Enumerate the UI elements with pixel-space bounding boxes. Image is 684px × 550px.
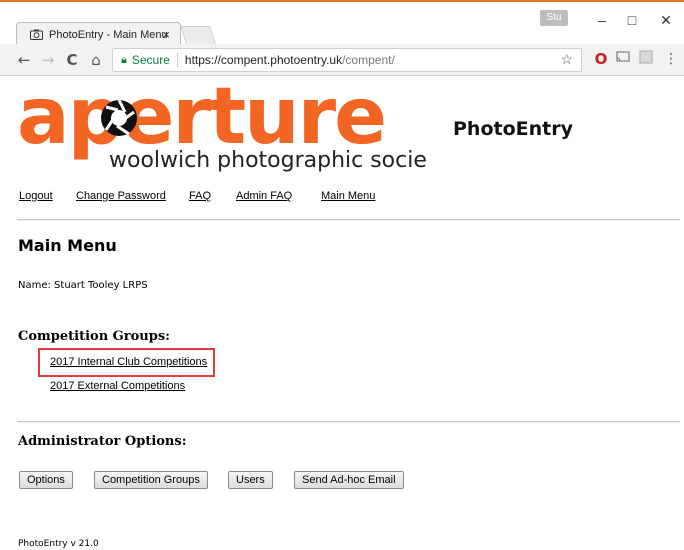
lock-icon: 🔒︎ — [121, 53, 127, 66]
menu-icon[interactable]: ⋮ — [662, 50, 680, 68]
camera-icon — [29, 28, 43, 42]
options-button[interactable]: Options — [19, 471, 73, 489]
users-button[interactable]: Users — [228, 471, 273, 489]
version-label: PhotoEntry v 21.0 — [18, 539, 99, 549]
competition-group-link-external[interactable]: 2017 External Competitions — [50, 380, 185, 392]
brand-title: PhotoEntry — [453, 118, 573, 140]
tab-close-icon[interactable]: × — [162, 27, 170, 42]
send-adhoc-email-button[interactable]: Send Ad-hoc Email — [294, 471, 404, 489]
address-bar[interactable]: 🔒︎ Secure https://compent.photoentry.uk /… — [112, 48, 582, 72]
page-title: Main Menu — [18, 236, 117, 255]
cast-icon[interactable] — [614, 50, 632, 68]
browser-tab[interactable]: PhotoEntry - Main Menu × — [16, 22, 181, 46]
secure-label: Secure — [131, 53, 170, 67]
address-path: /compent/ — [342, 53, 395, 67]
administrator-options-heading: Administrator Options: — [18, 434, 187, 449]
address-host: https://compent.photoentry.uk — [184, 53, 343, 67]
divider — [17, 219, 680, 221]
competition-groups-heading: Competition Groups: — [18, 329, 170, 344]
divider — [17, 421, 680, 423]
back-arrow-icon[interactable]: ← — [14, 50, 34, 70]
forward-arrow-icon[interactable]: → — [38, 50, 58, 70]
home-icon[interactable]: ⌂ — [86, 50, 106, 70]
admin-faq-link[interactable]: Admin FAQ — [236, 190, 292, 202]
tab-title: PhotoEntry - Main Menu — [49, 28, 168, 41]
faq-link[interactable]: FAQ — [189, 190, 211, 202]
logout-link[interactable]: Logout — [19, 190, 53, 202]
address-divider — [176, 53, 178, 67]
user-name: Name: Stuart Tooley LRPS — [18, 280, 148, 291]
change-password-link[interactable]: Change Password — [76, 190, 166, 202]
maximize-button[interactable]: □ — [622, 10, 642, 30]
competition-group-link-internal[interactable]: 2017 Internal Club Competitions — [50, 356, 207, 368]
main-menu-link[interactable]: Main Menu — [321, 190, 375, 202]
close-window-button[interactable]: ✕ — [656, 10, 676, 30]
logo-tagline: woolwich photographic society — [109, 148, 427, 173]
competition-groups-button[interactable]: Competition Groups — [94, 471, 208, 489]
star-icon[interactable]: ☆ — [560, 51, 573, 68]
browser-tabstrip: PhotoEntry - Main Menu × Stu – □ ✕ — [0, 0, 684, 46]
new-tab-button[interactable] — [180, 26, 216, 44]
minimize-button[interactable]: – — [592, 10, 612, 30]
extension-icon[interactable] — [637, 50, 655, 68]
aperture-logo: aperture woolwich photographic society — [17, 72, 449, 180]
profile-badge[interactable]: Stu — [540, 10, 568, 26]
opera-icon[interactable]: O — [592, 50, 610, 68]
reload-icon[interactable]: C — [62, 50, 82, 70]
browser-toolbar: ← → C ⌂ 🔒︎ Secure https://compent.photoe… — [0, 44, 684, 76]
